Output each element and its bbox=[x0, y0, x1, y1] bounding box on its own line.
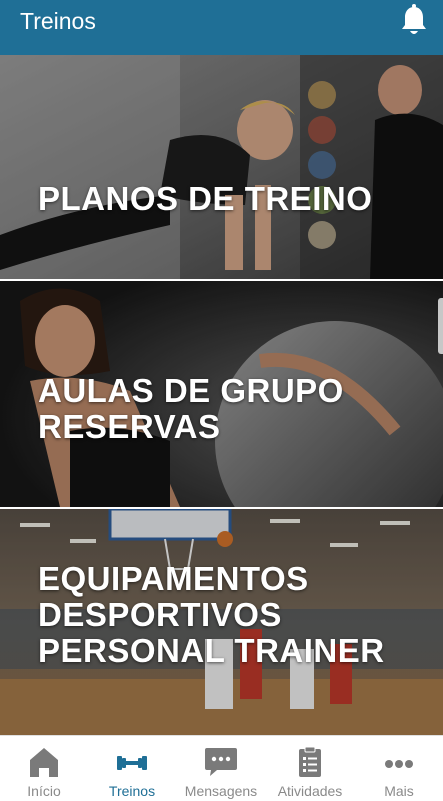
training-cards: PLANOS DE TREINO AULAS DE GRUPO RESERVAS… bbox=[0, 55, 443, 735]
card-title-line: PERSONAL TRAINER bbox=[38, 632, 385, 669]
chat-icon bbox=[205, 748, 237, 776]
tab-label: Mensagens bbox=[184, 783, 258, 799]
clipboard-icon bbox=[299, 746, 321, 777]
tab-label: Mais bbox=[384, 783, 414, 799]
card-title: PLANOS DE TREINO bbox=[38, 181, 433, 217]
tab-label: Início bbox=[27, 783, 61, 799]
bell-icon[interactable] bbox=[399, 4, 429, 38]
tab-mensagens[interactable]: Mensagens bbox=[177, 736, 265, 801]
tab-label: Atividades bbox=[277, 783, 343, 799]
page-title: Treinos bbox=[20, 8, 96, 34]
card-aulas-de-grupo[interactable]: AULAS DE GRUPO RESERVAS bbox=[0, 281, 443, 507]
card-title-line: DESPORTIVOS bbox=[38, 596, 282, 633]
tab-treinos[interactable]: Treinos bbox=[88, 736, 176, 801]
more-icon bbox=[385, 760, 413, 768]
home-icon bbox=[30, 748, 58, 777]
card-equipamentos[interactable]: EQUIPAMENTOS DESPORTIVOS PERSONAL TRAINE… bbox=[0, 509, 443, 735]
dumbbell-icon bbox=[117, 756, 147, 770]
card-title: EQUIPAMENTOS DESPORTIVOS PERSONAL TRAINE… bbox=[38, 561, 433, 669]
card-title-line: RESERVAS bbox=[38, 408, 221, 445]
card-planos-de-treino[interactable]: PLANOS DE TREINO bbox=[0, 55, 443, 279]
card-title-line: PLANOS DE TREINO bbox=[38, 180, 373, 217]
tab-inicio[interactable]: Início bbox=[0, 736, 88, 801]
tab-mais[interactable]: Mais bbox=[355, 736, 443, 801]
tab-atividades[interactable]: Atividades bbox=[266, 736, 354, 801]
card-title-line: AULAS DE GRUPO bbox=[38, 372, 344, 409]
card-title-line: EQUIPAMENTOS bbox=[38, 560, 309, 597]
card-title: AULAS DE GRUPO RESERVAS bbox=[38, 373, 433, 445]
card-background-image bbox=[0, 55, 443, 279]
scrollbar[interactable] bbox=[438, 298, 443, 354]
bottom-tab-bar: Início Treinos Mensagens Atividades Mais bbox=[0, 735, 443, 801]
app-header: Treinos bbox=[0, 0, 443, 55]
tab-label: Treinos bbox=[108, 783, 156, 799]
